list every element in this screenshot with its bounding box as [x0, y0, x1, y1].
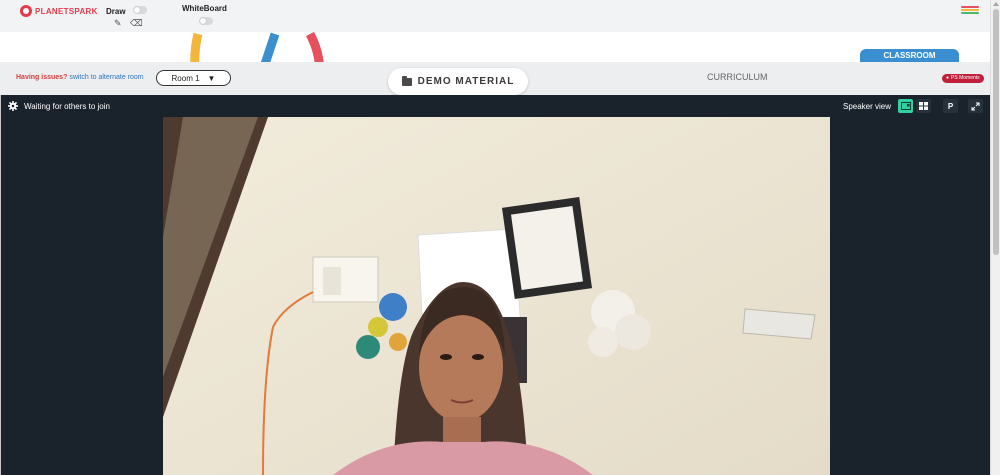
logo-text: PLANETSPARK: [35, 6, 98, 16]
ps-moments-label: PS Moments: [951, 75, 980, 81]
expand-icon: [971, 102, 980, 110]
p-button[interactable]: P: [943, 99, 958, 113]
switch-room-link[interactable]: switch to alternate room: [69, 74, 143, 81]
tab-curriculum[interactable]: CURRICULUM: [707, 72, 768, 82]
page-scrollbar[interactable]: [990, 0, 1000, 475]
app-root: PLANETSPARK Draw ✎ ⌫ WhiteBoard CLASSROO…: [0, 0, 1000, 475]
planetspark-logo[interactable]: PLANETSPARK: [20, 5, 98, 17]
participant-video-feed: [163, 117, 830, 475]
chevron-down-icon: ▼: [207, 73, 216, 83]
issue-prefix: Having issues?: [16, 74, 68, 81]
whiteboard-label: WhiteBoard: [182, 4, 227, 13]
room-select-value: Room 1: [171, 73, 200, 83]
demo-material-label: DEMO MATERIAL: [417, 76, 515, 87]
menu-line: [961, 12, 979, 14]
top-bar: PLANETSPARK Draw ✎ ⌫ WhiteBoard: [0, 0, 990, 32]
room-select[interactable]: Room 1 ▼: [156, 70, 231, 86]
camera-icon: ●: [946, 75, 950, 81]
draw-label: Draw: [106, 7, 126, 16]
waiting-text: Waiting for others to join: [24, 101, 110, 111]
logo-mark-icon: [20, 5, 32, 17]
settings-gear-icon[interactable]: [8, 101, 18, 111]
menu-line: [961, 9, 979, 11]
folder-icon: [401, 75, 412, 86]
speaker-view-button[interactable]: [898, 99, 913, 113]
menu-line: [961, 6, 979, 8]
demo-material-button[interactable]: DEMO MATERIAL: [388, 68, 528, 95]
draw-toggle[interactable]: [133, 6, 147, 14]
waiting-status: Waiting for others to join: [8, 101, 110, 111]
eraser-icon[interactable]: ⌫: [130, 18, 143, 29]
speaker-layout-icon: [900, 102, 911, 110]
tab-classroom[interactable]: CLASSROOM: [860, 49, 959, 67]
grid-icon: [919, 102, 928, 110]
scroll-up-arrow-icon[interactable]: [993, 2, 999, 6]
hamburger-menu-icon[interactable]: [961, 6, 979, 16]
video-area: Waiting for others to join Speaker view …: [0, 95, 990, 475]
ps-moments-button[interactable]: ● PS Moments: [942, 74, 984, 83]
speaker-view-label: Speaker view: [843, 102, 892, 111]
whiteboard-toggle[interactable]: [199, 17, 213, 25]
fullscreen-button[interactable]: [968, 99, 983, 113]
camera-image: [163, 117, 830, 475]
pencil-icon[interactable]: ✎: [114, 18, 122, 29]
gallery-view-button[interactable]: [916, 99, 931, 113]
scroll-thumb[interactable]: [993, 9, 999, 255]
having-issues-text: Having issues? switch to alternate room: [16, 74, 144, 81]
